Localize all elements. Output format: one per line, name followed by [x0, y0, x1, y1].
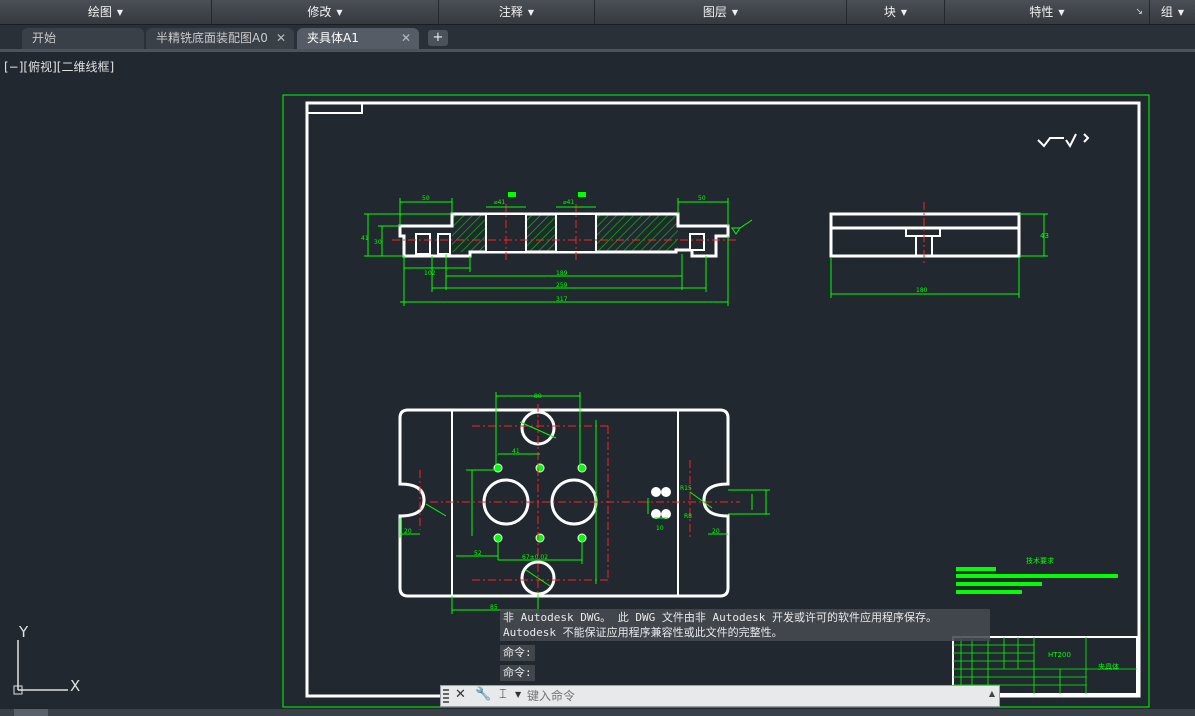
- dim-label: 189: [556, 270, 568, 277]
- dim-label: 41: [512, 448, 520, 455]
- command-line-bar: ✕ 🔧 ⌶ ▼ ▲: [440, 685, 1000, 707]
- dim-label: 20: [712, 528, 720, 535]
- dim-label: 10: [656, 525, 664, 532]
- side-view: 180 43: [829, 202, 1049, 298]
- dim-label: 20: [404, 528, 412, 535]
- dim-label: 50: [422, 195, 430, 202]
- dim-label: 52: [474, 550, 482, 557]
- dim-label: 317: [556, 296, 568, 303]
- history-line: 非 Autodesk DWG。 此 DWG 文件由非 Autodesk 开发或许…: [503, 611, 938, 624]
- close-icon[interactable]: ✕: [455, 687, 466, 702]
- model-layout-tab[interactable]: [14, 709, 48, 716]
- ucs-axis-icon: Y X: [13, 623, 80, 695]
- title-block-material: HT200: [1048, 651, 1071, 659]
- dim-label: ⌀41: [563, 199, 574, 206]
- command-input[interactable]: [527, 688, 967, 704]
- front-view: 50 ⌀41 ⌀41 50 102 189 259 317 41 30: [361, 192, 753, 306]
- status-bar: [0, 709, 1195, 716]
- dim-label: 102: [424, 270, 436, 277]
- roughness-symbol-icon: [1037, 133, 1090, 148]
- drag-handle[interactable]: [443, 689, 449, 703]
- command-prompt: 命令:: [500, 645, 535, 661]
- history-line: Autodesk 不能保证应用程序兼容性或此文件的完整性。: [503, 626, 783, 639]
- dim-label: ⌀41: [494, 199, 505, 206]
- dim-label: 180: [916, 287, 928, 294]
- command-prompt-icon[interactable]: ⌶: [499, 687, 507, 702]
- dim-label: 50: [698, 195, 706, 202]
- command-history-message: 非 Autodesk DWG。 此 DWG 文件由非 Autodesk 开发或许…: [500, 609, 990, 641]
- dim-label: 80: [534, 393, 542, 400]
- tech-req-title: 技术要求: [1026, 556, 1054, 565]
- dim-label: 43: [1040, 232, 1049, 240]
- dim-label: 259: [556, 282, 568, 289]
- dim-label: R15: [680, 485, 692, 492]
- command-history: 非 Autodesk DWG。 此 DWG 文件由非 Autodesk 开发或许…: [500, 609, 990, 681]
- dim-label: 30: [374, 239, 382, 246]
- chevron-down-icon[interactable]: ▼: [515, 690, 521, 699]
- ucs-x-label: X: [70, 677, 80, 695]
- dim-label: 67±0.02: [522, 554, 548, 561]
- command-prompt: 命令:: [500, 665, 535, 681]
- top-view: 80 41 52 67±0.02 85 20 20 R15 R8 10: [398, 392, 770, 614]
- dim-label: R8: [684, 513, 692, 520]
- title-block-part-name: 夹具体: [1098, 662, 1119, 671]
- ucs-y-label: Y: [18, 623, 29, 641]
- wrench-icon[interactable]: 🔧: [475, 687, 491, 702]
- dim-label: 85: [490, 604, 498, 611]
- dim-label: 41: [361, 235, 369, 242]
- chevron-down-icon[interactable]: ▲: [989, 689, 995, 698]
- technical-requirements: 技术要求: [956, 556, 1118, 594]
- frame-border: [305, 101, 1141, 698]
